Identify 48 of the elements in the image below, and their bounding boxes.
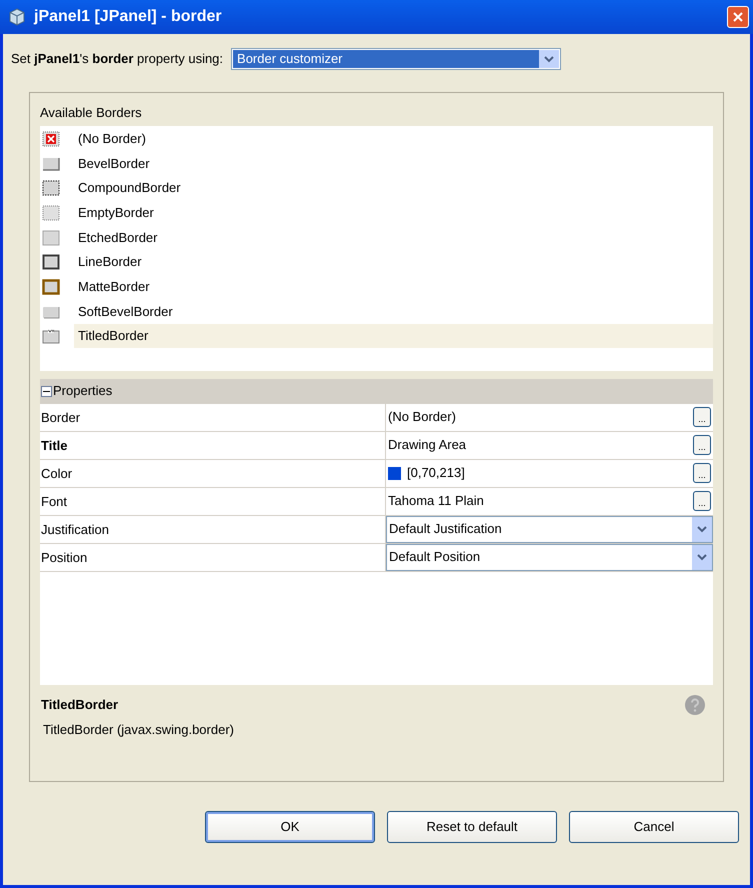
chevron-down-icon [697, 525, 707, 533]
border-list-item[interactable]: LineBorder [40, 250, 713, 275]
chevron-down-icon [544, 55, 554, 63]
property-name: Title [40, 432, 386, 458]
border-icon [42, 230, 60, 246]
customizer-dropdown[interactable]: Border customizer [231, 48, 562, 70]
description-text: TitledBorder (javax.swing.border) [42, 721, 235, 739]
border-list-item[interactable]: (No Border) [40, 126, 713, 152]
ellipsis-button[interactable]: ... [693, 463, 711, 483]
ellipsis-button[interactable]: ... [693, 435, 711, 455]
border-list-item[interactable]: EmptyBorder [40, 200, 713, 226]
property-dropdown[interactable]: Default Justification [386, 516, 713, 542]
list-heading: Available Borders [40, 104, 143, 122]
border-icon [42, 156, 60, 172]
border-list-item[interactable]: BevelBorder [40, 151, 713, 176]
border-icon [42, 254, 60, 270]
dialog-button[interactable]: OK [205, 811, 375, 843]
dialog-button[interactable]: Cancel [569, 811, 739, 843]
border-icon [42, 204, 60, 221]
border-list-item[interactable]: SoftBevelBorder [40, 299, 713, 324]
property-dropdown[interactable]: Default Position [386, 544, 713, 570]
property-value: (No Border) [388, 408, 457, 426]
border-list-item[interactable]: MatteBorder [40, 274, 713, 300]
property-value: Tahoma 11 Plain [388, 492, 485, 510]
property-name: Font [40, 488, 386, 514]
property-name: Justification [40, 516, 386, 542]
help-icon [684, 694, 706, 716]
property-value: Drawing Area [388, 436, 468, 454]
cube-icon [8, 8, 26, 26]
section-heading: Properties [53, 382, 112, 400]
border-list-item[interactable]: CompoundBorder [40, 176, 713, 201]
border-list-item[interactable]: EtchedBorder [40, 225, 713, 250]
close-icon [732, 11, 744, 23]
ellipsis-button[interactable]: ... [693, 491, 711, 511]
ellipsis-button[interactable]: ... [693, 407, 711, 427]
close-button[interactable] [727, 6, 749, 28]
prompt-label: Set jPanel1's border property using: [11, 50, 224, 68]
border-icon [42, 180, 60, 196]
collapse-toggle[interactable] [41, 386, 52, 396]
property-value: [0,70,213] [407, 464, 466, 482]
property-name: Border [40, 404, 386, 430]
border-icon [42, 278, 60, 295]
chevron-down-icon [697, 553, 707, 561]
description-title: TitledBorder [41, 696, 120, 714]
property-name: Color [40, 460, 386, 486]
property-name: Position [40, 544, 386, 570]
window-title: jPanel1 [JPanel] - border [34, 7, 223, 27]
dialog-button[interactable]: Reset to default [387, 811, 557, 843]
